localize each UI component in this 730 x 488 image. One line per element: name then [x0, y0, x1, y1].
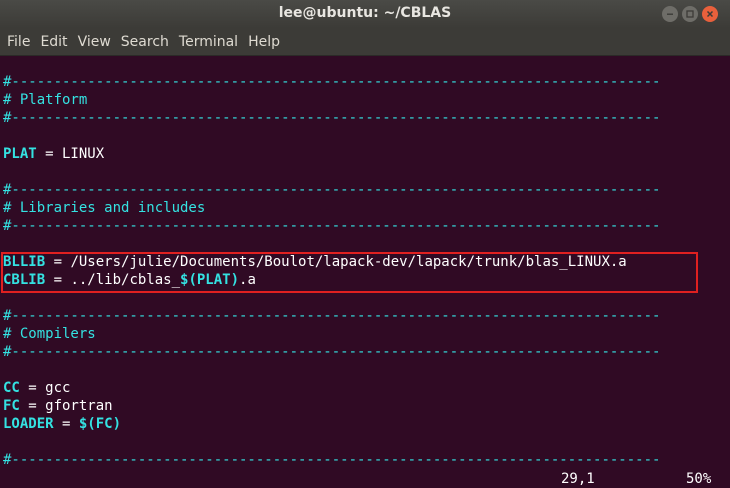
plat-key: PLAT — [3, 146, 37, 162]
comment-rule: #---------------------------------------… — [3, 218, 661, 234]
comment-rule: #---------------------------------------… — [3, 344, 661, 360]
close-icon — [706, 10, 714, 18]
menu-edit[interactable]: Edit — [35, 34, 72, 50]
window-controls — [662, 6, 718, 22]
comment-compilers: # Compilers — [3, 326, 96, 342]
cursor-position: 29,1 — [561, 471, 595, 487]
fc-value: = gfortran — [19, 398, 113, 414]
maximize-button[interactable] — [682, 6, 698, 22]
comment-libraries: # Libraries and includes — [3, 200, 206, 216]
highlight-box — [1, 252, 698, 293]
plat-line: PLAT = LINUX — [3, 145, 104, 163]
comment-platform: # Platform — [3, 92, 88, 108]
window-title: lee@ubuntu: ~/CBLAS — [278, 5, 452, 21]
minimize-button[interactable] — [662, 6, 678, 22]
minimize-icon — [667, 13, 673, 15]
maximize-icon — [686, 10, 694, 18]
comment-rule: #---------------------------------------… — [3, 452, 661, 468]
loader-eq: = — [53, 416, 79, 432]
cc-line: CC = gcc — [3, 379, 70, 397]
menu-file[interactable]: File — [2, 34, 35, 50]
menu-terminal[interactable]: Terminal — [174, 34, 243, 50]
menu-bar: File Edit View Search Terminal Help — [0, 28, 730, 56]
menu-search[interactable]: Search — [116, 34, 174, 50]
loader-variable: $(FC) — [78, 416, 122, 432]
close-button[interactable] — [702, 6, 718, 22]
scroll-percent: 50% — [686, 471, 712, 487]
menu-view[interactable]: View — [73, 34, 116, 50]
plat-value: = LINUX — [36, 146, 105, 162]
terminal-area[interactable]: #---------------------------------------… — [0, 56, 730, 487]
loader-line: LOADER = $(FC) — [3, 415, 121, 433]
cc-key: CC — [3, 380, 20, 396]
fc-line: FC = gfortran — [3, 397, 113, 415]
title-bar: lee@ubuntu: ~/CBLAS — [0, 0, 730, 28]
comment-rule: #---------------------------------------… — [3, 308, 661, 324]
cc-value: = gcc — [19, 380, 71, 396]
comment-rule: #---------------------------------------… — [3, 74, 661, 90]
menu-help[interactable]: Help — [243, 34, 285, 50]
fc-key: FC — [3, 398, 20, 414]
loader-key: LOADER — [3, 416, 54, 432]
comment-rule: #---------------------------------------… — [3, 110, 661, 126]
comment-rule: #---------------------------------------… — [3, 182, 661, 198]
